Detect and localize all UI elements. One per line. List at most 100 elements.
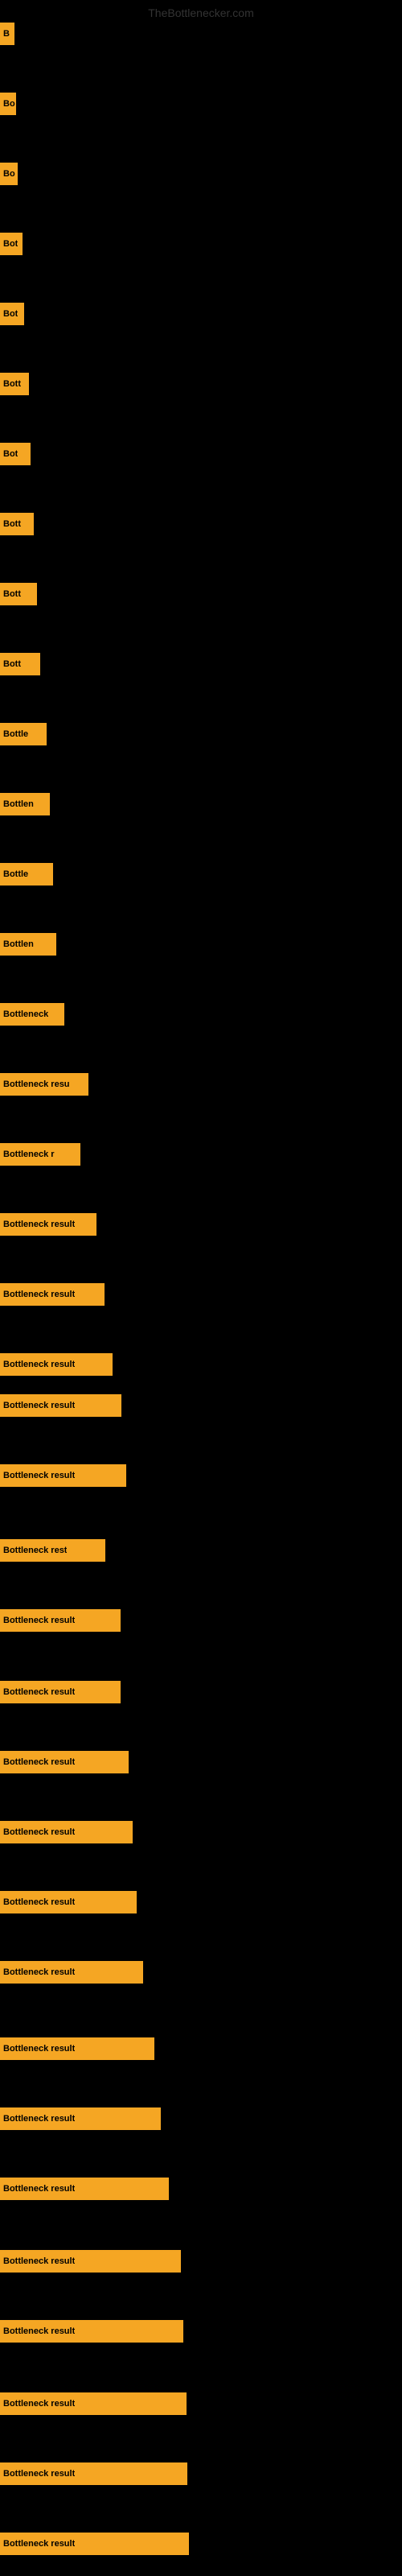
bar-item: Bottleneck r — [0, 1143, 80, 1166]
bar-fill: Bottleneck result — [0, 1394, 121, 1417]
bar-fill: Bottleneck result — [0, 2250, 181, 2273]
bar-label: Bottleneck — [3, 1009, 48, 1019]
bar-item: Bottleneck result — [0, 1394, 121, 1417]
bar-label: Bottlen — [3, 799, 34, 809]
bar-label: Bott — [3, 589, 21, 599]
bar-item: Bottleneck result — [0, 1961, 143, 1984]
bar-fill: Bottlen — [0, 933, 56, 956]
bar-item: Bottleneck result — [0, 1283, 105, 1306]
bar-label: Bottleneck result — [3, 1967, 75, 1977]
bar-fill: Bott — [0, 373, 29, 395]
bar-label: Bottleneck result — [3, 2044, 75, 2054]
bar-label: Bot — [3, 309, 18, 319]
bar-fill: Bottleneck resu — [0, 1073, 88, 1096]
bar-fill: Bott — [0, 653, 40, 675]
bar-item: Bott — [0, 653, 40, 675]
bar-item: Bot — [0, 443, 31, 465]
bar-fill: Bo — [0, 163, 18, 185]
bar-item: Bottle — [0, 723, 47, 745]
bar-label: Bot — [3, 239, 18, 249]
bar-fill: Bottleneck result — [0, 1751, 129, 1773]
bar-item: Bottleneck resu — [0, 1073, 88, 1096]
bar-label: Bottleneck rest — [3, 1546, 67, 1555]
bar-label: Bottleneck result — [3, 2326, 75, 2336]
bar-fill: Bo — [0, 93, 16, 115]
bar-item: Bott — [0, 583, 37, 605]
bar-fill: Bottleneck rest — [0, 1539, 105, 1562]
bar-item: Bottleneck result — [0, 1681, 121, 1703]
site-title: TheBottlenecker.com — [148, 6, 254, 19]
bar-label: Bottleneck result — [3, 1220, 75, 1229]
bar-item: Bottlen — [0, 793, 50, 815]
bar-fill: Bot — [0, 443, 31, 465]
bar-item: Bottle — [0, 863, 53, 886]
bar-label: Bottleneck result — [3, 2256, 75, 2266]
bar-item: Bottleneck result — [0, 2462, 187, 2485]
bar-item: Bottleneck result — [0, 1213, 96, 1236]
bar-fill: Bott — [0, 583, 37, 605]
bar-fill: Bottleneck result — [0, 1681, 121, 1703]
bar-fill: Bottleneck r — [0, 1143, 80, 1166]
bar-item: Bott — [0, 373, 29, 395]
bar-item: Bo — [0, 93, 16, 115]
bar-item: Bottleneck — [0, 1003, 64, 1026]
bar-label: Bottleneck result — [3, 1687, 75, 1697]
bar-fill: Bottleneck result — [0, 2107, 161, 2130]
bar-item: Bot — [0, 303, 24, 325]
bar-label: Bottleneck result — [3, 1757, 75, 1767]
bar-label: B — [3, 29, 10, 39]
bar-fill: Bott — [0, 513, 34, 535]
bar-item: Bottleneck result — [0, 2250, 181, 2273]
bar-item: B — [0, 23, 14, 45]
bar-label: Bottlen — [3, 939, 34, 949]
bar-item: Bottleneck result — [0, 1891, 137, 1913]
bar-label: Bottle — [3, 729, 28, 739]
bar-fill: Bottleneck result — [0, 1609, 121, 1632]
bar-label: Bottleneck result — [3, 2539, 75, 2549]
bar-item: Bottleneck result — [0, 2392, 187, 2415]
bar-label: Bottleneck result — [3, 1827, 75, 1837]
bar-label: Bott — [3, 659, 21, 669]
bar-item: Bottleneck result — [0, 2320, 183, 2343]
bar-label: Bottleneck result — [3, 2399, 75, 2409]
bar-item: Bottleneck rest — [0, 1539, 105, 1562]
bar-fill: Bottlen — [0, 793, 50, 815]
bar-fill: Bottle — [0, 723, 47, 745]
bar-fill: Bottleneck result — [0, 1353, 113, 1376]
bar-item: Bottlen — [0, 933, 56, 956]
bar-label: Bottleneck result — [3, 2469, 75, 2479]
bar-fill: Bot — [0, 303, 24, 325]
bar-fill: Bottleneck — [0, 1003, 64, 1026]
bar-label: Bottleneck result — [3, 1471, 75, 1480]
bar-fill: Bottleneck result — [0, 1213, 96, 1236]
bar-label: Bottleneck result — [3, 1616, 75, 1625]
bar-fill: Bottleneck result — [0, 2320, 183, 2343]
bar-fill: Bot — [0, 233, 23, 255]
bar-label: Bottleneck result — [3, 2184, 75, 2194]
bar-item: Bottleneck result — [0, 2037, 154, 2060]
bar-label: Bottleneck resu — [3, 1080, 70, 1089]
bar-item: Bottleneck result — [0, 1464, 126, 1487]
bar-item: Bottleneck result — [0, 1821, 133, 1843]
bar-item: Bottleneck result — [0, 2107, 161, 2130]
bar-fill: B — [0, 23, 14, 45]
bar-fill: Bottleneck result — [0, 1464, 126, 1487]
bar-fill: Bottleneck result — [0, 1283, 105, 1306]
bar-label: Bot — [3, 449, 18, 459]
bar-fill: Bottleneck result — [0, 2037, 154, 2060]
bar-label: Bottle — [3, 869, 28, 879]
bar-item: Bot — [0, 233, 23, 255]
bar-fill: Bottleneck result — [0, 1891, 137, 1913]
bar-item: Bo — [0, 163, 18, 185]
bar-fill: Bottleneck result — [0, 2178, 169, 2200]
bar-label: Bottleneck result — [3, 1290, 75, 1299]
bar-label: Bott — [3, 519, 21, 529]
bar-item: Bottleneck result — [0, 2533, 189, 2555]
bar-label: Bottleneck result — [3, 1897, 75, 1907]
bar-fill: Bottleneck result — [0, 2392, 187, 2415]
bar-label: Bottleneck r — [3, 1150, 55, 1159]
bar-item: Bottleneck result — [0, 1353, 113, 1376]
bar-label: Bottleneck result — [3, 1360, 75, 1369]
bar-label: Bo — [3, 169, 15, 179]
bar-fill: Bottleneck result — [0, 1821, 133, 1843]
